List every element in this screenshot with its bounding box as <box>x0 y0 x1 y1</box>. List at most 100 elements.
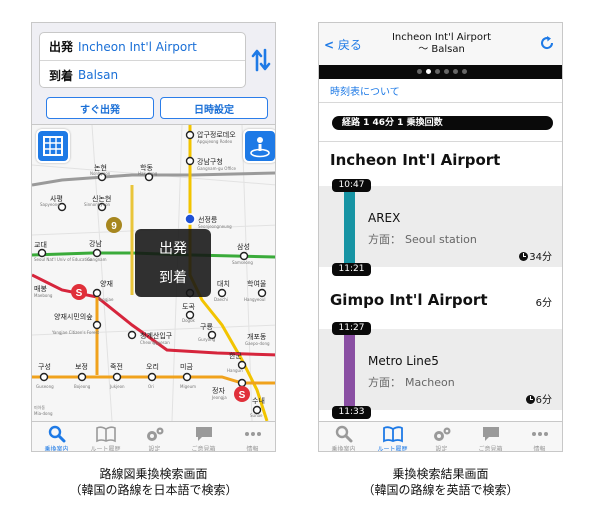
more-icon <box>531 432 548 436</box>
segment-1-arrive-time: 11:21 <box>332 263 371 276</box>
clock-icon <box>525 395 535 404</box>
arrival-field[interactable]: 到着 Balsan <box>40 61 245 89</box>
tab-settings[interactable]: 設定 <box>417 422 466 451</box>
clock-icon <box>519 252 529 261</box>
station-label: 오리 <box>146 362 159 371</box>
station-roman-label: Dogok <box>182 318 196 323</box>
duration-value: 34分 <box>529 252 552 263</box>
station-roman-label: Sinnonhyeon <box>84 202 111 207</box>
direction-label: 方面： <box>368 233 401 246</box>
segment-2-line-name: Metro Line5 <box>368 354 439 368</box>
person-location-icon <box>250 137 270 158</box>
set-arrival-button[interactable]: 到着 <box>135 267 211 287</box>
refresh-icon[interactable] <box>538 34 556 52</box>
segment-2-direction: 方面： Macheon <box>368 374 455 390</box>
line-s-badge-1-text: S <box>76 288 83 299</box>
selected-station-marker <box>184 213 196 225</box>
station-label: 강남구청 <box>197 157 223 166</box>
back-label: 戻る <box>337 38 362 52</box>
page-dot <box>462 69 467 74</box>
station-roman-label: Gangnam <box>87 257 107 262</box>
page-indicator[interactable] <box>319 65 562 79</box>
tab-route-search[interactable]: 乗換案内 <box>319 422 368 452</box>
station-roman-label: Hangyeoul <box>244 297 265 302</box>
arrival-key: 到着 <box>49 68 74 83</box>
arrival-value[interactable]: Balsan <box>78 68 118 82</box>
tab-feedback[interactable]: ご意見箱 <box>466 422 515 451</box>
route-map-search-screen: 出発 Incheon Int'l Airport 到着 Balsan すぐ出発 … <box>31 22 276 452</box>
station-label: 죽전 <box>110 362 123 371</box>
tab-label: ルート履歴 <box>377 446 408 452</box>
segment-1-depart-time: 10:47 <box>332 179 371 192</box>
tab-route-history[interactable]: ルート履歴 <box>81 422 130 452</box>
tab-info[interactable]: 情報 <box>228 422 275 452</box>
station-roman-label: Jeongja <box>211 395 227 400</box>
search-icon <box>48 425 65 443</box>
back-button[interactable]: < 戻る <box>324 36 362 53</box>
route-input-panel: 出発 Incheon Int'l Airport 到着 Balsan すぐ出発 … <box>32 23 275 125</box>
segment-2-duration: 6分 <box>525 391 552 406</box>
departure-key: 出発 <box>49 40 74 54</box>
left-caption-subtitle: （韓国の路線を日本語で検索） <box>69 483 238 497</box>
station-roman-label: Mia-dong <box>34 411 53 416</box>
segment-2-line-bar <box>344 329 355 410</box>
tab-label: 情報 <box>246 446 259 452</box>
station-label: 구성 <box>38 362 51 371</box>
right-tab-bar: 乗換案内 ルート履歴 設定 ご意見箱 情報 <box>319 421 562 452</box>
search-icon <box>335 425 352 443</box>
tab-settings[interactable]: 設定 <box>130 422 179 452</box>
segment-1-duration: 34分 <box>519 248 552 263</box>
map-fullscreen-button[interactable] <box>36 129 70 163</box>
station-roman-label: Sunae <box>250 413 263 418</box>
segment-1-line-name: AREX <box>368 211 401 225</box>
nav-bar: < 戻る Incheon Int'l Airport 〜 Balsan <box>319 23 562 65</box>
speech-bubble-icon <box>482 427 499 441</box>
tab-feedback[interactable]: ご意見箱 <box>179 422 228 451</box>
tab-route-search[interactable]: 乗換案内 <box>32 422 81 451</box>
set-departure-button[interactable]: 出発 <box>135 238 211 258</box>
timetable-info-link[interactable]: 時刻表について <box>330 83 400 98</box>
tab-label: 設定 <box>148 446 161 452</box>
segment-2-depart-time: 11:27 <box>332 322 371 335</box>
station-label: 삼성 <box>237 242 250 251</box>
line-s-badge-2: S <box>234 386 250 402</box>
station-label: 양재시민의숲 <box>54 312 93 321</box>
current-location-button[interactable] <box>243 129 275 163</box>
tab-info[interactable]: 情報 <box>515 422 562 451</box>
direction-label: 方面： <box>368 376 401 389</box>
station-label: 도곡 <box>182 303 195 311</box>
page-dot <box>453 69 458 74</box>
nav-title-line2: 〜 Balsan <box>418 44 465 55</box>
station-label: 교대 <box>34 241 47 249</box>
station-label: 강남 <box>89 239 102 248</box>
page-dot-active <box>426 69 431 74</box>
swap-direction-icon[interactable] <box>250 47 272 73</box>
station-roman-label: Nonhyeon <box>90 171 111 176</box>
station-label: 미아동 <box>34 404 45 410</box>
station-label: 한군 <box>229 352 242 360</box>
station-roman-label: Ori <box>148 384 154 389</box>
tab-label: ルート履歴 <box>90 446 121 452</box>
tab-route-history[interactable]: ルート履歴 <box>368 422 417 452</box>
depart-now-button[interactable]: すぐ出発 <box>46 97 154 119</box>
station-roman-label: Hangun <box>227 368 243 373</box>
datetime-setting-button[interactable]: 日時設定 <box>160 97 268 119</box>
right-caption-subtitle: （韓国の路線を英語で検索） <box>362 483 519 497</box>
speech-bubble-icon <box>195 427 212 441</box>
station-roman-label: Cheonggyesan <box>140 340 170 345</box>
line-s-badge-2-text: S <box>239 390 246 401</box>
gear-icon <box>433 427 450 441</box>
station-roman-label: Sapyeong <box>40 202 60 207</box>
chevron-left-icon: < <box>324 38 335 52</box>
right-caption-title: 乗換検索結果画面 <box>392 467 489 481</box>
departure-value[interactable]: Incheon Int'l Airport <box>78 40 197 54</box>
departure-field[interactable]: 出発 Incheon Int'l Airport <box>40 33 245 61</box>
station-roman-label: Gangnam-gu Office <box>197 166 237 171</box>
subway-map[interactable]: 9 S S 압구정로데오 강남구청 논현 학동 사평 신논현 선정릉 교대 강남… <box>32 125 275 421</box>
tab-label: 乗換案内 <box>331 446 356 452</box>
station-roman-label: Guseong <box>36 384 54 389</box>
station-label: 개포동 <box>247 332 267 341</box>
station-roman-label: Gaepo-dong <box>245 341 270 346</box>
grid-map-icon <box>43 136 63 156</box>
page-dot <box>435 69 440 74</box>
